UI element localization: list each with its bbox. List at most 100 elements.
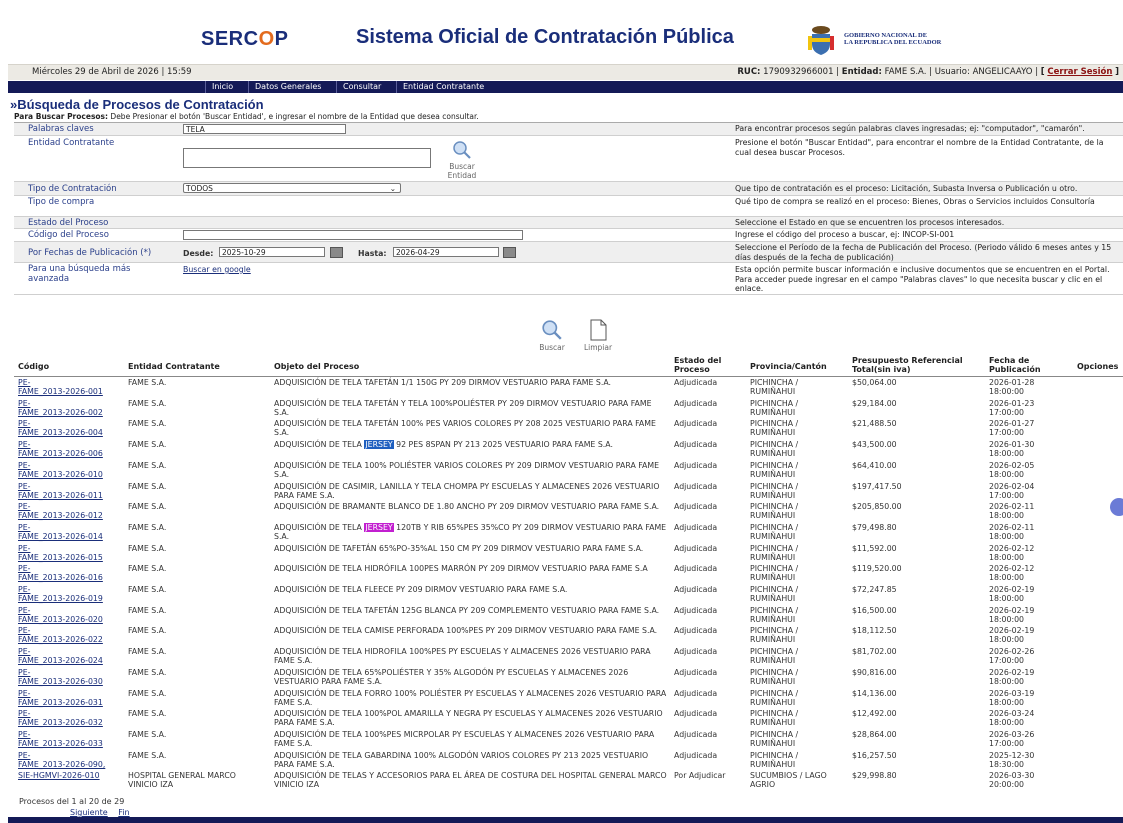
col-object[interactable]: Objeto del Proceso bbox=[274, 362, 359, 371]
logout-link[interactable]: Cerrar Sesión bbox=[1047, 67, 1112, 77]
search-button[interactable]: Buscar bbox=[536, 319, 568, 352]
process-code-link[interactable]: PE- FAME_2013-2026-004 bbox=[18, 419, 103, 437]
entity-textarea[interactable] bbox=[183, 148, 431, 168]
code-input[interactable] bbox=[183, 230, 523, 240]
date-cell: 2026-01-30 18:00:00 bbox=[989, 440, 1035, 459]
entity-cell: FAME S.A. bbox=[128, 709, 167, 719]
process-code: PE- FAME_2013-2026-030 bbox=[18, 668, 126, 686]
table-row: PE- FAME_2013-2026-032 FAME S.A. ADQUISICIÓ… bbox=[14, 709, 1123, 730]
last-page-link[interactable]: Fin bbox=[118, 808, 129, 817]
process-code-link[interactable]: PE- FAME_2013-2026-031 bbox=[18, 689, 103, 707]
search-entity-button[interactable]: Buscar Entidad bbox=[444, 140, 480, 180]
type-select[interactable]: TODOS ⌄ bbox=[183, 183, 401, 193]
process-code-link[interactable]: PE- FAME_2013-2026-010 bbox=[18, 461, 103, 479]
advanced-label: Para una búsqueda más avanzada bbox=[28, 264, 131, 284]
budget-cell: $72,247.85 bbox=[852, 585, 897, 594]
google-search-link[interactable]: Buscar en google bbox=[183, 265, 251, 274]
nav-entidad-contratante[interactable]: Entidad Contratante bbox=[396, 81, 490, 93]
dates-label: Por Fechas de Publicación (*) bbox=[28, 248, 152, 258]
next-page-link[interactable]: Siguiente bbox=[70, 808, 108, 817]
to-label: Hasta: bbox=[358, 249, 387, 258]
process-code-link[interactable]: SIE-HGMVI-2026-010 bbox=[18, 771, 100, 780]
province-cell: PICHINCHA / RUMIÑAHUI bbox=[750, 502, 799, 521]
results-table-header: Código Entidad Contratante Objeto del Pr… bbox=[14, 356, 1123, 377]
table-row: SIE-HGMVI-2026-010 HOSPITAL GENERAL MARCO… bbox=[14, 771, 1123, 792]
process-code: PE- FAME_2013-2026-033 bbox=[18, 730, 126, 748]
state-cell: Adjudicada bbox=[674, 460, 718, 470]
entity-cell: FAME S.A. bbox=[128, 667, 167, 677]
date-cell: 2026-01-27 17:00:00 bbox=[989, 419, 1035, 438]
col-state[interactable]: Estado del Proceso bbox=[674, 356, 734, 374]
budget-cell: $16,500.00 bbox=[852, 605, 897, 615]
process-code-link[interactable]: PE- FAME_2013-2026-019 bbox=[18, 585, 103, 603]
col-province[interactable]: Provincia/Cantón bbox=[750, 362, 827, 371]
process-code-link[interactable]: PE- FAME_2013-2026-006 bbox=[18, 440, 103, 458]
process-code-link[interactable]: PE- FAME_2013-2026-020 bbox=[18, 606, 103, 624]
purchase-label: Tipo de compra bbox=[28, 197, 95, 207]
process-code-link[interactable]: PE- FAME_2013-2026-090, bbox=[18, 751, 105, 769]
session-info-bar: Miércoles 29 de Abril de 2026 | 15:59 RU… bbox=[8, 64, 1123, 80]
results-summary: Procesos del 1 al 20 de 29 bbox=[19, 797, 125, 806]
magnifier-icon bbox=[542, 320, 562, 340]
process-code-link[interactable]: PE- FAME_2013-2026-033 bbox=[18, 730, 103, 748]
process-code-link[interactable]: PE- FAME_2013-2026-016 bbox=[18, 564, 103, 582]
process-code-link[interactable]: PE- FAME_2013-2026-032 bbox=[18, 709, 103, 727]
object-cell: ADQUISICIÓN DE TELA 100% POLIÉSTER VARIO… bbox=[274, 460, 660, 479]
nav-datos-generales[interactable]: Datos Generales bbox=[248, 81, 327, 93]
magnifier-icon bbox=[453, 141, 471, 159]
calendar-icon[interactable] bbox=[330, 247, 343, 258]
calendar-icon[interactable] bbox=[503, 247, 516, 258]
keywords-label: Palabras claves bbox=[28, 124, 94, 134]
col-entity[interactable]: Entidad Contratante bbox=[128, 362, 220, 371]
clear-button[interactable]: Limpiar bbox=[578, 319, 618, 352]
table-row: PE- FAME_2013-2026-016 FAME S.A. ADQUISICIÓ… bbox=[14, 564, 1123, 585]
object-cell: ADQUISICIÓN DE TELA TAFETÁN 1/1 150G PY … bbox=[274, 378, 612, 387]
search-hint: Para Buscar Procesos: Debe Presionar el … bbox=[14, 112, 1123, 123]
sercop-logo: SERCOP bbox=[201, 28, 289, 50]
advanced-desc: Esta opción permite buscar información e… bbox=[735, 265, 1110, 293]
process-code-link[interactable]: PE- FAME_2013-2026-015 bbox=[18, 544, 103, 562]
nav-consultar[interactable]: Consultar bbox=[336, 81, 387, 93]
code-desc: Ingrese el código del proceso a buscar, … bbox=[735, 230, 955, 239]
process-code-link[interactable]: PE- FAME_2013-2026-001 bbox=[18, 378, 103, 396]
state-cell: Por Adjudicar bbox=[674, 771, 726, 781]
budget-cell: $29,184.00 bbox=[852, 398, 897, 408]
from-label: Desde: bbox=[183, 249, 214, 258]
col-date[interactable]: Fecha de Publicación bbox=[989, 356, 1059, 374]
process-code-link[interactable]: PE- FAME_2013-2026-002 bbox=[18, 399, 103, 417]
province-cell: PICHINCHA / RUMIÑAHUI bbox=[750, 688, 799, 707]
col-code[interactable]: Código bbox=[18, 362, 49, 371]
from-date-input[interactable]: 2025-10-29 bbox=[219, 247, 325, 257]
date-cell: 2026-03-24 18:00:00 bbox=[989, 709, 1035, 728]
process-code-link[interactable]: PE- FAME_2013-2026-011 bbox=[18, 482, 103, 500]
keywords-input[interactable]: TELA bbox=[183, 124, 346, 134]
entity-cell: FAME S.A. bbox=[128, 564, 167, 574]
process-code-link[interactable]: PE- FAME_2013-2026-030 bbox=[18, 668, 103, 686]
entity-cell: FAME S.A. bbox=[128, 440, 167, 450]
date-cell: 2026-02-12 18:00:00 bbox=[989, 564, 1035, 583]
state-cell: Adjudicada bbox=[674, 440, 718, 450]
process-code-link[interactable]: PE- FAME_2013-2026-012 bbox=[18, 502, 103, 520]
search-highlight bbox=[289, 470, 291, 479]
search-highlight bbox=[657, 626, 659, 635]
search-highlight bbox=[289, 428, 291, 437]
table-row: PE- FAME_2013-2026-015 FAME S.A. ADQUISICIÓ… bbox=[14, 544, 1123, 565]
date-cell: 2026-01-28 18:00:00 bbox=[989, 378, 1035, 396]
process-code-link[interactable]: PE- FAME_2013-2026-022 bbox=[18, 626, 103, 644]
search-highlight bbox=[648, 564, 650, 573]
side-floating-button[interactable] bbox=[1110, 498, 1123, 516]
state-cell: Adjudicada bbox=[674, 688, 718, 698]
object-cell: ADQUISICIÓN DE TELA TAFETÁN Y TELA 100%P… bbox=[274, 398, 652, 417]
process-code: PE- FAME_2013-2026-010 bbox=[18, 461, 126, 479]
object-cell: ADQUISICIÓN DE TAFETÁN 65%PO-35%AL 150 C… bbox=[274, 543, 644, 553]
state-cell: Adjudicada bbox=[674, 398, 718, 408]
state-cell: Adjudicada bbox=[674, 605, 718, 615]
object-cell: ADQUISICIÓN DE TELA HIDRÓFILA 100PES MAR… bbox=[274, 564, 650, 574]
nav-inicio[interactable]: Inicio bbox=[205, 81, 239, 93]
process-code-link[interactable]: PE- FAME_2013-2026-024 bbox=[18, 647, 103, 665]
to-date-input[interactable]: 2026-04-29 bbox=[393, 247, 499, 257]
state-cell: Adjudicada bbox=[674, 709, 718, 719]
object-cell: ADQUISICIÓN DE TELA JERSEY 92 PES 8SPAN … bbox=[274, 440, 613, 450]
process-code-link[interactable]: PE- FAME_2013-2026-014 bbox=[18, 523, 103, 541]
col-budget[interactable]: Presupuesto Referencial Total(sin iva) bbox=[852, 356, 982, 374]
